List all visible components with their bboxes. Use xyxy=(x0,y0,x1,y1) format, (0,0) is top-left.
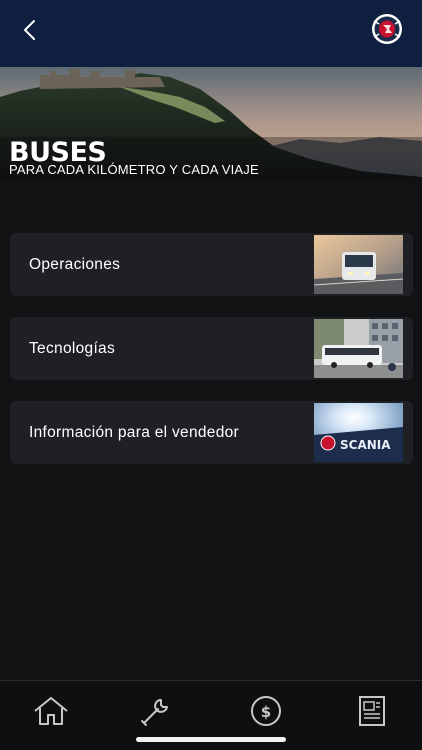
menu-item-tecnologias[interactable]: Tecnologías xyxy=(10,317,413,380)
dollar-icon: $ xyxy=(251,696,281,726)
menu-list: Operaciones Tecnologías Información para… xyxy=(10,233,413,485)
top-bar xyxy=(0,0,422,67)
wrench-icon xyxy=(141,699,168,726)
svg-text:$: $ xyxy=(261,703,271,721)
svg-text:SCANIA: SCANIA xyxy=(340,438,391,452)
scania-griffin-logo-icon[interactable] xyxy=(370,12,404,46)
nav-pricing[interactable]: $ xyxy=(246,693,286,729)
scania-sign-image: SCANIA xyxy=(314,403,403,462)
back-button[interactable] xyxy=(14,14,46,46)
document-icon xyxy=(359,696,385,726)
menu-item-operaciones[interactable]: Operaciones xyxy=(10,233,413,296)
chevron-left-icon xyxy=(24,20,35,40)
home-icon xyxy=(34,697,68,725)
hero-subtitle: PARA CADA KILÓMETRO Y CADA VIAJE xyxy=(9,162,259,177)
nav-documents[interactable] xyxy=(352,693,392,729)
hero-banner: BUSES PARA CADA KILÓMETRO Y CADA VIAJE xyxy=(0,67,422,179)
bus-on-road-image xyxy=(314,235,403,294)
home-indicator[interactable] xyxy=(136,737,286,742)
nav-tools[interactable] xyxy=(136,693,176,729)
city-bus-image xyxy=(314,319,403,378)
nav-home[interactable] xyxy=(31,693,71,729)
menu-item-informacion-vendedor[interactable]: Información para el vendedor SCANIA xyxy=(10,401,413,464)
